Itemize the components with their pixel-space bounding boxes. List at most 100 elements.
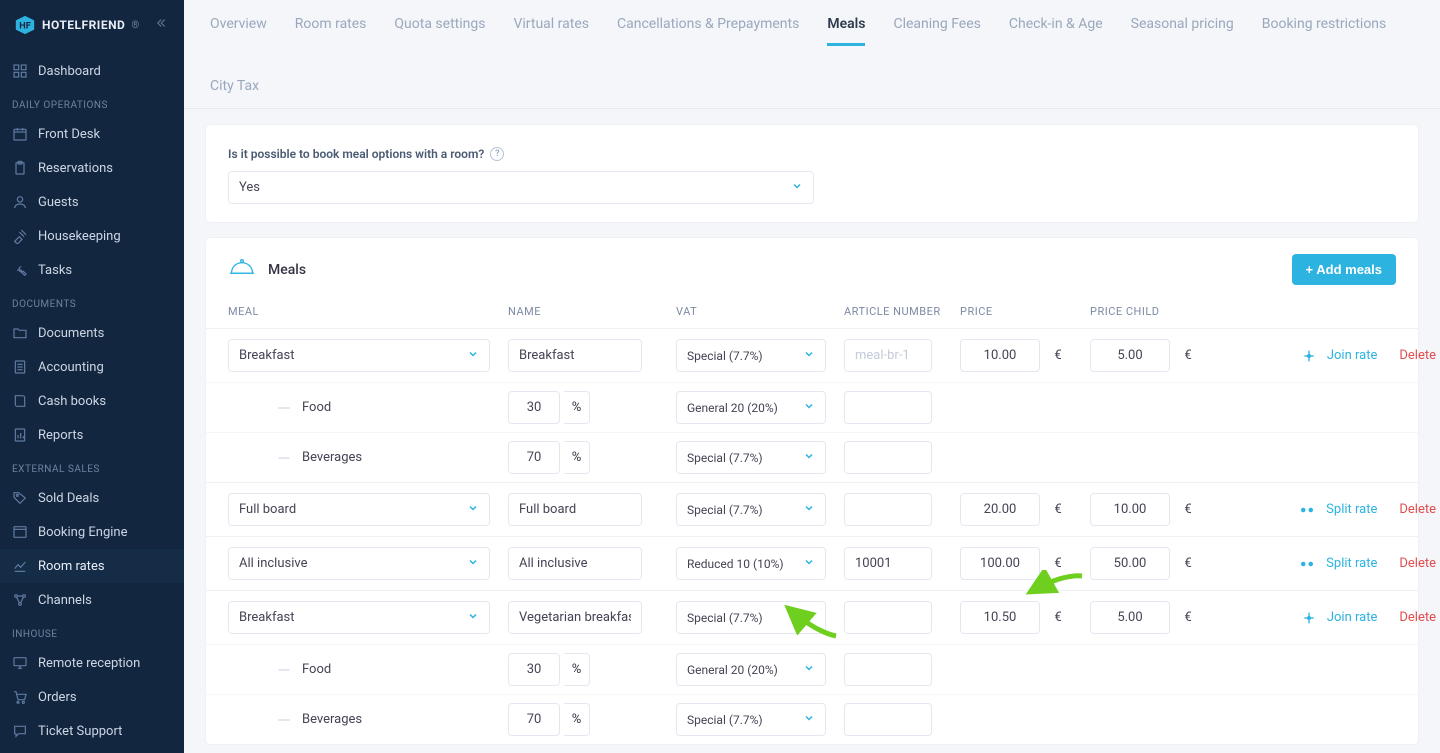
meal-name-input[interactable] xyxy=(508,601,642,634)
meal-type-select[interactable]: Breakfast xyxy=(228,601,490,634)
meal-sub-row: Beverages % Special (7.7%) xyxy=(206,694,1418,744)
sidebar-item-remote-reception[interactable]: Remote reception xyxy=(0,646,184,680)
sub-percent-input[interactable] xyxy=(508,391,560,424)
sidebar-item-guests[interactable]: Guests xyxy=(0,185,184,219)
delete-link[interactable]: Delete xyxy=(1399,348,1436,363)
brand-logo[interactable]: HF HOTELFRIEND® xyxy=(14,14,139,36)
sub-indent-icon xyxy=(278,457,290,459)
meal-name-input[interactable] xyxy=(508,493,642,526)
sub-vat-select[interactable]: General 20 (20%) xyxy=(676,653,826,686)
chevron-down-icon xyxy=(803,400,815,415)
sidebar-item-documents[interactable]: Documents xyxy=(0,316,184,350)
sidebar-item-reservations[interactable]: Reservations xyxy=(0,151,184,185)
sub-article-input[interactable] xyxy=(844,703,932,736)
clipboard-icon xyxy=(12,160,28,176)
booking-question-select[interactable]: Yes xyxy=(228,171,814,204)
chevron-down-icon xyxy=(467,610,479,626)
split-rate-link[interactable]: Split rate xyxy=(1326,556,1377,571)
sidebar-item-cash-books[interactable]: Cash books xyxy=(0,384,184,418)
price-child-input[interactable] xyxy=(1090,339,1170,372)
price-input[interactable] xyxy=(960,339,1040,372)
booking-question-label: Is it possible to book meal options with… xyxy=(228,147,1396,161)
sub-percent-input[interactable] xyxy=(508,703,560,736)
tab-meals[interactable]: Meals xyxy=(827,12,865,46)
col-meal: MEAL xyxy=(228,305,508,318)
tab-booking-restrictions[interactable]: Booking restrictions xyxy=(1262,12,1387,46)
sidebar-item-accounting[interactable]: Accounting xyxy=(0,350,184,384)
user-icon xyxy=(12,194,28,210)
sidebar-section-inhouse: INHOUSE xyxy=(0,617,184,646)
vat-select[interactable]: Special (7.7%) xyxy=(676,493,826,526)
sidebar-item-booking-engine[interactable]: Booking Engine xyxy=(0,515,184,549)
sub-article-input[interactable] xyxy=(844,653,932,686)
sidebar-item-room-rates[interactable]: Room rates xyxy=(0,549,184,583)
tab-quota-settings[interactable]: Quota settings xyxy=(394,12,485,46)
sub-article-input[interactable] xyxy=(844,441,932,474)
sidebar-item-label: Ticket Support xyxy=(38,724,122,739)
sidebar-item-dashboard[interactable]: Dashboard xyxy=(0,54,184,88)
article-input[interactable] xyxy=(844,547,932,580)
tab-check-in-age[interactable]: Check-in & Age xyxy=(1009,12,1103,46)
sidebar-item-channels[interactable]: Channels xyxy=(0,583,184,617)
meal-row: Breakfast Special (7.7%) € € Join rate D… xyxy=(206,590,1418,644)
sidebar-item-label: Reports xyxy=(38,428,83,443)
meal-sub-row: Food % General 20 (20%) xyxy=(206,382,1418,432)
currency-symbol: € xyxy=(1174,610,1202,625)
join-rate-link[interactable]: Join rate xyxy=(1327,348,1378,363)
vat-select[interactable]: Special (7.7%) xyxy=(676,601,826,634)
price-child-input[interactable] xyxy=(1090,493,1170,526)
sidebar-collapse-icon[interactable] xyxy=(156,16,170,34)
sub-article-input[interactable] xyxy=(844,391,932,424)
meal-name-input[interactable] xyxy=(508,339,642,372)
vat-select[interactable]: Special (7.7%) xyxy=(676,339,826,372)
tab-cleaning-fees[interactable]: Cleaning Fees xyxy=(893,12,980,46)
meal-name-input[interactable] xyxy=(508,547,642,580)
price-input[interactable] xyxy=(960,493,1040,526)
sidebar-item-orders[interactable]: Orders xyxy=(0,680,184,714)
sub-indent-icon xyxy=(278,407,290,409)
price-child-input[interactable] xyxy=(1090,601,1170,634)
tab-room-rates[interactable]: Room rates xyxy=(295,12,367,46)
article-input[interactable] xyxy=(844,493,932,526)
tab-seasonal-pricing[interactable]: Seasonal pricing xyxy=(1131,12,1234,46)
article-input[interactable] xyxy=(844,339,932,372)
sidebar-item-front-desk[interactable]: Front Desk xyxy=(0,117,184,151)
vat-select[interactable]: Reduced 10 (10%) xyxy=(676,547,826,580)
meal-type-select[interactable]: All inclusive xyxy=(228,547,490,580)
tab-cancellations-prepayments[interactable]: Cancellations & Prepayments xyxy=(617,12,799,46)
delete-link[interactable]: Delete xyxy=(1399,556,1436,571)
sidebar-item-housekeeping[interactable]: Housekeeping xyxy=(0,219,184,253)
tab-city-tax[interactable]: City Tax xyxy=(210,74,259,108)
sub-percent-input[interactable] xyxy=(508,441,560,474)
sidebar-item-label: Sold Deals xyxy=(38,491,99,506)
delete-link[interactable]: Delete xyxy=(1399,610,1436,625)
meals-panel: Meals + Add meals MEAL NAME VAT ARTICLE … xyxy=(206,238,1418,744)
article-input[interactable] xyxy=(844,601,932,634)
broom-icon xyxy=(12,228,28,244)
sub-percent-input[interactable] xyxy=(508,653,560,686)
delete-link[interactable]: Delete xyxy=(1399,502,1436,517)
currency-symbol: € xyxy=(1174,348,1202,363)
tab-virtual-rates[interactable]: Virtual rates xyxy=(513,12,589,46)
chevron-down-icon xyxy=(791,180,803,196)
sidebar-item-tasks[interactable]: Tasks xyxy=(0,253,184,287)
split-rate-link[interactable]: Split rate xyxy=(1326,502,1377,517)
sub-vat-select[interactable]: Special (7.7%) xyxy=(676,441,826,474)
meals-table-header: MEAL NAME VAT ARTICLE NUMBER PRICE PRICE… xyxy=(206,299,1418,328)
join-rate-link[interactable]: Join rate xyxy=(1327,610,1378,625)
sidebar-section-daily-operations: DAILY OPERATIONS xyxy=(0,88,184,117)
meal-type-select[interactable]: Breakfast xyxy=(228,339,490,372)
sidebar-item-sold-deals[interactable]: Sold Deals xyxy=(0,481,184,515)
add-meals-button[interactable]: + Add meals xyxy=(1292,254,1396,285)
sidebar-item-reports[interactable]: Reports xyxy=(0,418,184,452)
price-input[interactable] xyxy=(960,547,1040,580)
tab-overview[interactable]: Overview xyxy=(210,12,267,46)
price-input[interactable] xyxy=(960,601,1040,634)
help-icon[interactable]: ? xyxy=(490,147,504,161)
sidebar-item-ticket-support[interactable]: Ticket Support xyxy=(0,714,184,748)
sub-vat-select[interactable]: General 20 (20%) xyxy=(676,391,826,424)
price-child-input[interactable] xyxy=(1090,547,1170,580)
meal-type-select[interactable]: Full board xyxy=(228,493,490,526)
sub-label: Beverages xyxy=(302,712,362,727)
sub-vat-select[interactable]: Special (7.7%) xyxy=(676,703,826,736)
